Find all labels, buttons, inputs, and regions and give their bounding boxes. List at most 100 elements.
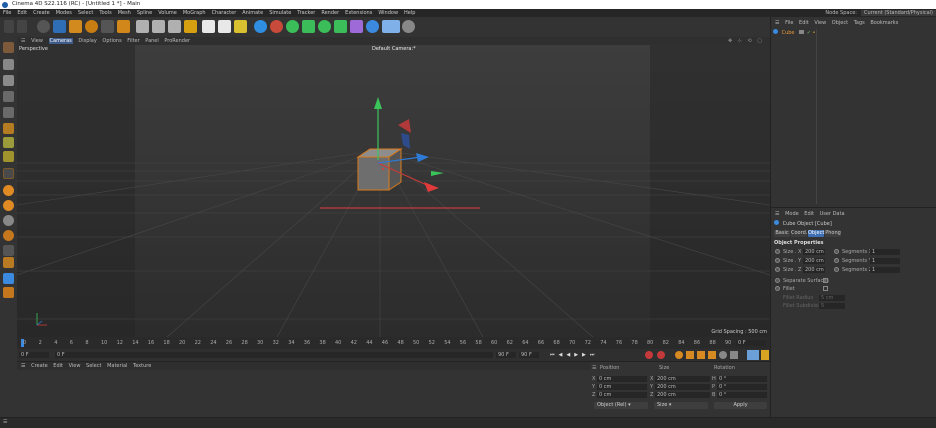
- perspective-viewport[interactable]: Perspective Default Camera:* Grid Spacin…: [17, 45, 770, 337]
- object-menu-icon[interactable]: ☰: [775, 20, 779, 26]
- cube-object[interactable]: [356, 148, 403, 191]
- menu-create[interactable]: Create: [33, 10, 50, 16]
- light-icon[interactable]: [402, 20, 415, 33]
- viewport-menu-prorender[interactable]: ProRender: [164, 38, 190, 44]
- start-frame-field[interactable]: 0 F: [19, 352, 49, 358]
- timeline-window-icon[interactable]: [747, 350, 759, 360]
- attr-menu-userdata[interactable]: User Data: [820, 211, 845, 217]
- viewport-menu-panel[interactable]: Panel: [145, 38, 159, 44]
- size-x-field[interactable]: 200 cm: [655, 376, 710, 382]
- separate-surfaces-checkbox[interactable]: [823, 278, 828, 283]
- deformer-icon[interactable]: [334, 20, 347, 33]
- move-tool-icon[interactable]: [53, 20, 66, 33]
- param-key-icon[interactable]: [719, 351, 727, 359]
- scale-key-icon[interactable]: [697, 351, 705, 359]
- tag-icon[interactable]: •: [813, 30, 816, 36]
- object-menu-edit[interactable]: Edit: [799, 20, 809, 26]
- floor-icon[interactable]: [350, 20, 363, 33]
- cube-object-icon[interactable]: [254, 20, 267, 33]
- make-editable-icon[interactable]: [3, 42, 14, 53]
- fillet-radio[interactable]: [775, 286, 780, 291]
- menu-simulate[interactable]: Simulate: [269, 10, 291, 16]
- viewport-menu-cameras[interactable]: Cameras: [48, 38, 73, 44]
- menu-window[interactable]: Window: [378, 10, 398, 16]
- size-z-field[interactable]: 200 cm: [655, 392, 710, 398]
- object-menu-bookmarks[interactable]: Bookmarks: [870, 20, 898, 26]
- menu-help[interactable]: Help: [404, 10, 415, 16]
- material-menu-material[interactable]: Material: [107, 363, 127, 369]
- attr-menu-edit[interactable]: Edit: [804, 211, 814, 217]
- size-x-radio[interactable]: [775, 249, 780, 254]
- snap-icon[interactable]: [3, 185, 14, 196]
- separate-surfaces-radio[interactable]: [775, 278, 780, 283]
- menu-mesh[interactable]: Mesh: [118, 10, 131, 16]
- planar-workplane-icon[interactable]: [3, 287, 14, 298]
- axis-mode-icon[interactable]: [3, 151, 14, 162]
- status-menu-icon[interactable]: ☰: [3, 419, 7, 425]
- y-axis-lock-icon[interactable]: [152, 20, 165, 33]
- render-settings-icon[interactable]: [234, 20, 247, 33]
- menu-modes[interactable]: Modes: [56, 10, 72, 16]
- record-icon[interactable]: [645, 351, 653, 359]
- segments-z-field[interactable]: 1: [870, 267, 900, 273]
- viewport-menu-options[interactable]: Options: [102, 38, 121, 44]
- fillet-subdivision-field[interactable]: 5: [819, 303, 845, 309]
- menu-render[interactable]: Render: [321, 10, 339, 16]
- visibility-check-icon[interactable]: ✓: [807, 30, 811, 36]
- fcurve-icon[interactable]: [761, 350, 769, 360]
- menu-animate[interactable]: Animate: [242, 10, 263, 16]
- viewport-menu-icon[interactable]: ☰: [21, 38, 25, 44]
- material-menu-texture[interactable]: Texture: [133, 363, 151, 369]
- size-y-field[interactable]: 200 cm: [655, 384, 710, 390]
- coords-menu-icon[interactable]: ☰: [592, 365, 596, 371]
- edge-mode-icon[interactable]: [3, 107, 14, 118]
- size-mode-dropdown[interactable]: Size ▾: [654, 402, 708, 409]
- solo-mode-icon[interactable]: [3, 230, 14, 241]
- render-view-icon[interactable]: [202, 20, 215, 33]
- texture-mode-icon[interactable]: [3, 75, 14, 86]
- fillet-checkbox[interactable]: [823, 286, 828, 291]
- layer-icon[interactable]: [3, 245, 14, 256]
- coordinate-system-icon[interactable]: [184, 20, 197, 33]
- menu-file[interactable]: File: [3, 10, 11, 16]
- tab-basic[interactable]: Basic: [774, 230, 790, 237]
- workplane-icon[interactable]: [3, 215, 14, 226]
- lock-workplane-icon[interactable]: [3, 257, 14, 268]
- menu-volume[interactable]: Volume: [158, 10, 177, 16]
- segments-x-field[interactable]: 1: [870, 249, 900, 255]
- viewport-menu-filter[interactable]: Filter: [127, 38, 139, 44]
- layer-swatch-icon[interactable]: [799, 30, 805, 34]
- material-menu-edit[interactable]: Edit: [53, 363, 63, 369]
- size-x-attr-field[interactable]: 200 cm: [803, 249, 825, 255]
- current-frame-field[interactable]: 0 F: [55, 352, 493, 358]
- undo-icon[interactable]: [4, 20, 14, 33]
- segments-z-radio[interactable]: [834, 267, 839, 272]
- subdivision-surface-icon[interactable]: [286, 20, 299, 33]
- menu-select[interactable]: Select: [78, 10, 93, 16]
- pos-z-field[interactable]: 0 cm: [597, 392, 647, 398]
- transform-tool-icon[interactable]: [117, 20, 130, 33]
- object-row-cube[interactable]: Cube ✓ •: [773, 29, 935, 37]
- fillet-radius-field[interactable]: 5 cm: [819, 295, 845, 301]
- object-menu-tags[interactable]: Tags: [854, 20, 865, 26]
- object-menu-file[interactable]: File: [785, 20, 793, 26]
- material-menu-view[interactable]: View: [69, 363, 81, 369]
- viewport-nav-icons[interactable]: ✥ ⊹ ⟲ ▢: [728, 37, 764, 45]
- tab-phong[interactable]: Phong: [825, 230, 841, 237]
- object-menu-view[interactable]: View: [814, 20, 826, 26]
- preview-end-field[interactable]: 90 F: [519, 352, 539, 358]
- menu-tracker[interactable]: Tracker: [297, 10, 315, 16]
- snap-settings-icon[interactable]: [3, 200, 14, 211]
- size-y-attr-field[interactable]: 200 cm: [803, 258, 825, 264]
- point-mode-icon[interactable]: [3, 91, 14, 102]
- attr-menu-mode[interactable]: Mode: [785, 211, 799, 217]
- coord-mode-dropdown[interactable]: Object (Rel) ▾: [594, 402, 648, 409]
- workplane-grid-icon[interactable]: [3, 273, 14, 284]
- cloner-icon[interactable]: [302, 20, 315, 33]
- pos-x-field[interactable]: 0 cm: [597, 376, 647, 382]
- polygon-mode-icon[interactable]: [3, 123, 14, 134]
- rot-b-field[interactable]: 0 °: [717, 392, 767, 398]
- rot-h-field[interactable]: 0 °: [717, 376, 767, 382]
- live-selection-icon[interactable]: [37, 20, 50, 33]
- render-picture-viewer-icon[interactable]: [218, 20, 231, 33]
